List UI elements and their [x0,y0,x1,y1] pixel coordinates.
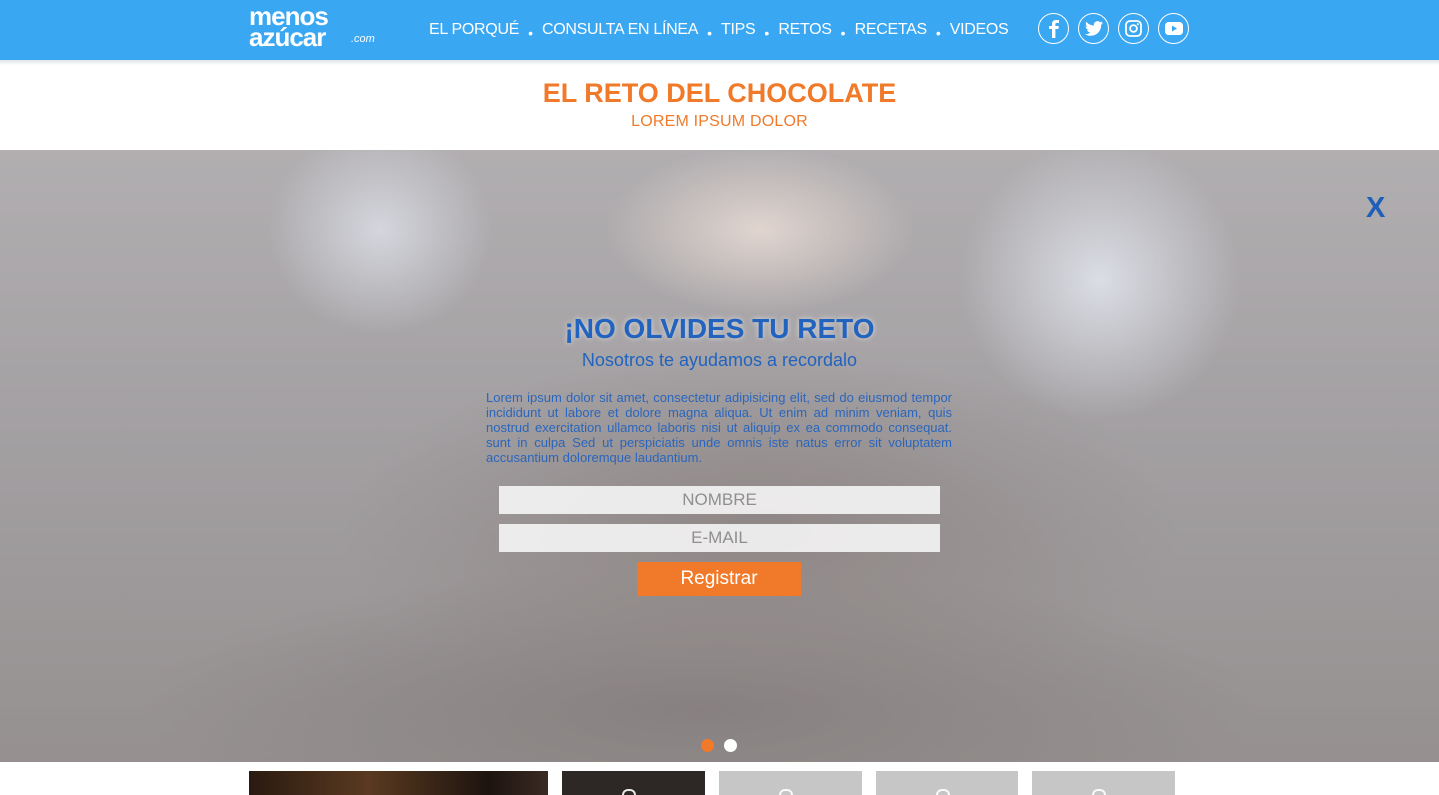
facebook-icon[interactable] [1038,13,1069,44]
play-icon [1092,789,1106,795]
close-button[interactable]: X [1366,192,1385,225]
thumbnail-4[interactable] [876,771,1018,795]
thumbnail-1[interactable] [249,771,548,795]
page-subtitle: LOREM IPSUM DOLOR [631,113,808,130]
modal-title: ¡NO OLVIDES TU RETO [564,313,875,344]
youtube-icon[interactable] [1158,13,1189,44]
site-logo[interactable]: menos azúcar .com [249,3,384,52]
logo-text-line2: azúcar [249,22,326,52]
modal-body-text: Lorem ipsum dolor sit amet, consectetur … [486,390,952,465]
register-button[interactable]: Registrar [637,562,801,596]
nav-item-videos[interactable]: VIDEOS [941,21,1018,39]
nav-item-recetas[interactable]: RECETAS [846,21,936,39]
page-title: EL RETO DEL CHOCOLATE [542,78,897,108]
thumbnail-3[interactable] [719,771,862,795]
social-links [1038,13,1189,44]
twitter-icon[interactable] [1078,13,1109,44]
slider-dot-2[interactable] [724,739,737,752]
thumbnail-5[interactable] [1032,771,1175,795]
top-navigation-bar: menos azúcar .com EL PORQUÉ • CONSULTA E… [0,0,1439,60]
nav-item-retos[interactable]: RETOS [769,21,840,39]
logo-text-suffix: .com [351,33,375,45]
main-nav: EL PORQUÉ • CONSULTA EN LÍNEA • TIPS • R… [420,18,1017,42]
play-icon [622,789,636,795]
name-input[interactable] [499,486,940,514]
play-icon [936,789,950,795]
nav-item-consulta-en-linea[interactable]: CONSULTA EN LÍNEA [533,21,707,39]
slider-pagination [701,739,737,752]
email-input[interactable] [499,524,940,552]
instagram-icon[interactable] [1118,13,1149,44]
header-shadow [0,60,1439,65]
nav-item-tips[interactable]: TIPS [712,21,764,39]
modal-subtitle: Nosotros te ayudamos a recordalo [581,350,858,370]
slider-dot-1[interactable] [701,739,714,752]
play-icon [779,789,793,795]
nav-item-el-porque[interactable]: EL PORQUÉ [420,21,528,39]
thumbnail-2[interactable] [562,771,705,795]
hero-slider: X ¡NO OLVIDES TU RETO Nosotros te ayudam… [0,150,1439,762]
